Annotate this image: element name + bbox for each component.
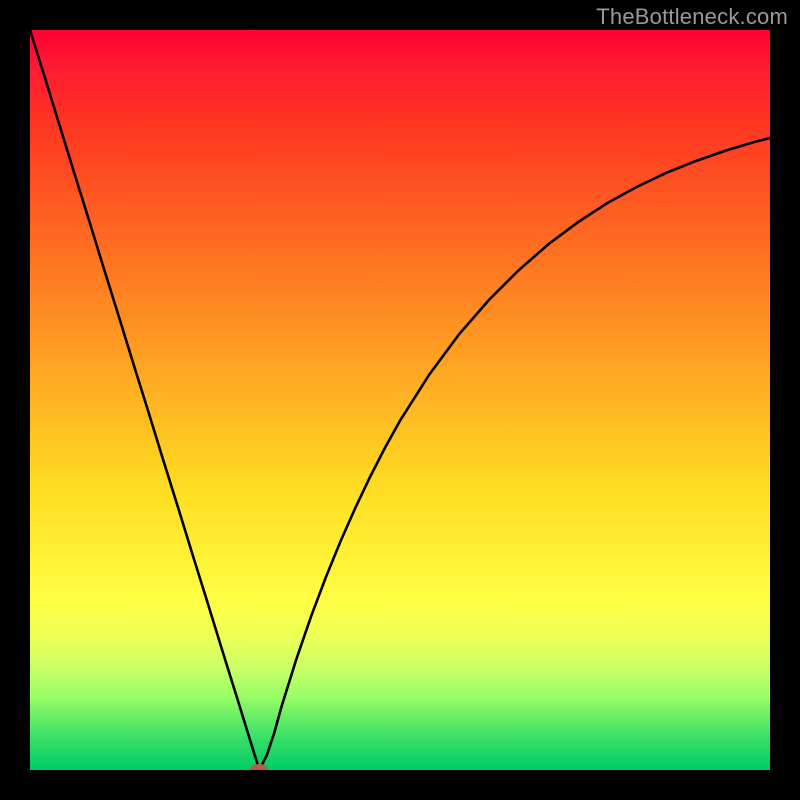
plot-area [30,30,770,770]
optimal-point-marker [250,764,268,770]
chart-frame: TheBottleneck.com [0,0,800,800]
curve-layer [30,30,770,770]
bottleneck-curve [30,30,770,770]
watermark-text: TheBottleneck.com [596,4,788,30]
